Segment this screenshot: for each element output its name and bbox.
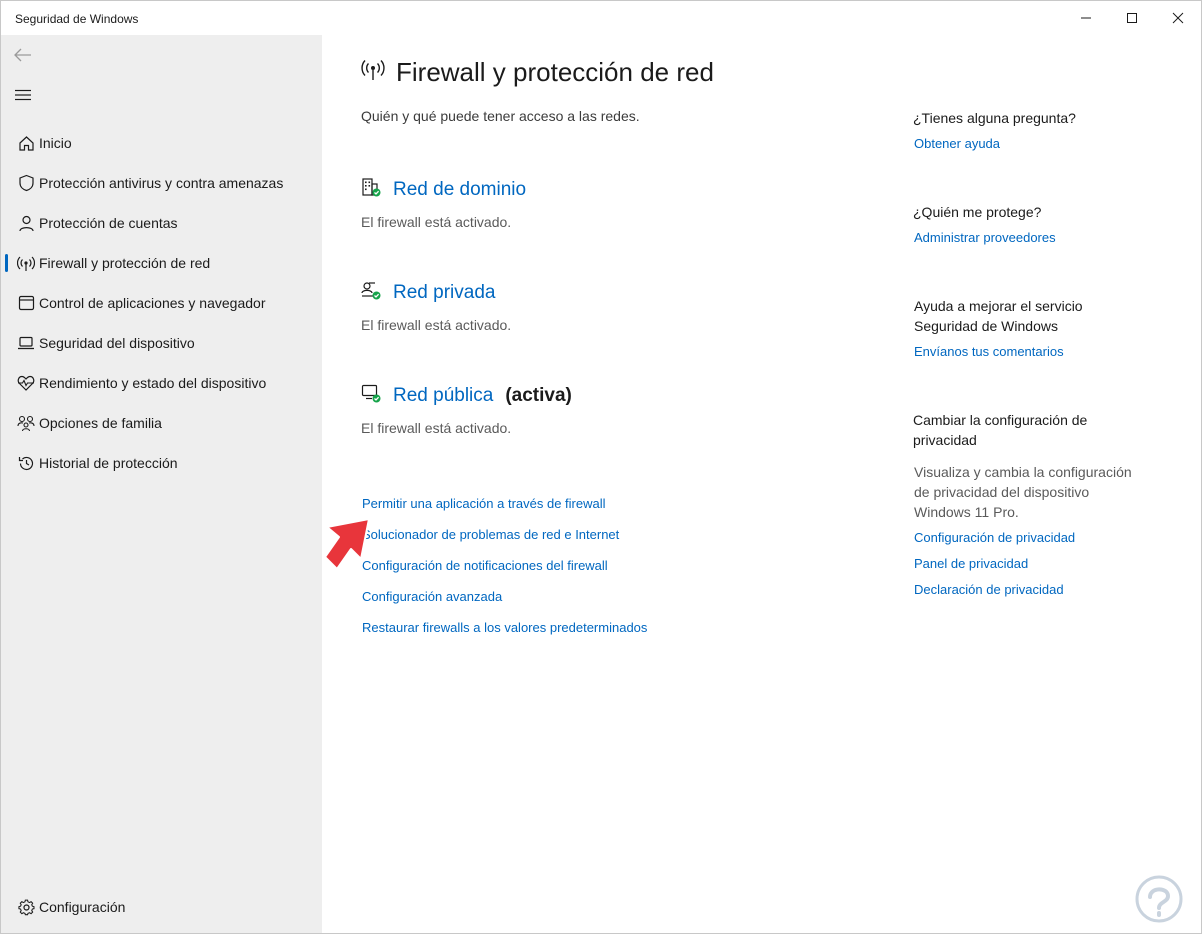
privacy-heading-line1: Cambiar la configuración de	[913, 412, 1088, 428]
heart-pulse-icon	[9, 375, 43, 391]
window-title: Seguridad de Windows	[15, 12, 139, 26]
sidebar-item-label: Seguridad del dispositivo	[39, 335, 195, 351]
network-private-link[interactable]: Red privada	[393, 282, 495, 304]
sidebar-item-familia[interactable]: Opciones de familia	[5, 405, 315, 441]
help-heading: ¿Tienes alguna pregunta?	[913, 110, 1076, 126]
sidebar-item-dispositivo[interactable]: Seguridad del dispositivo	[5, 325, 315, 361]
privacy-text-line3: Windows 11 Pro.	[914, 504, 1019, 520]
sidebar-item-label: Protección de cuentas	[39, 215, 178, 231]
laptop-icon	[9, 336, 43, 350]
network-status: El firewall está activado.	[361, 214, 512, 230]
feedback-link[interactable]: Envíanos tus comentarios	[914, 344, 1064, 359]
advanced-settings-link[interactable]: Configuración avanzada	[362, 589, 502, 604]
minimize-icon	[1081, 17, 1091, 19]
sidebar-item-antivirus[interactable]: Protección antivirus y contra amenazas	[5, 165, 315, 201]
network-public-link[interactable]: Red pública	[393, 385, 493, 407]
app-window-icon	[9, 295, 43, 311]
sidebar-item-cuentas[interactable]: Protección de cuentas	[5, 205, 315, 241]
gear-icon	[9, 899, 43, 916]
troubleshooter-link[interactable]: Solucionador de problemas de red e Inter…	[362, 527, 619, 542]
maximize-button[interactable]	[1109, 1, 1155, 35]
improve-heading-line1: Ayuda a mejorar el servicio	[914, 298, 1083, 314]
red-pointer-arrow-icon	[324, 518, 370, 570]
close-icon	[1172, 12, 1184, 24]
page-subtitle: Quién y qué puede tener acceso a las red…	[361, 108, 640, 124]
watermark-logo-icon	[1135, 875, 1183, 923]
back-button[interactable]	[9, 43, 37, 67]
network-status: El firewall está activado.	[361, 317, 512, 333]
sidebar-item-aplicaciones[interactable]: Control de aplicaciones y navegador	[5, 285, 315, 321]
sidebar-item-rendimiento[interactable]: Rendimiento y estado del dispositivo	[5, 365, 315, 401]
hamburger-icon	[15, 89, 31, 101]
allow-app-link[interactable]: Permitir una aplicación a través de fire…	[362, 496, 606, 511]
improve-heading-line2: Seguridad de Windows	[914, 318, 1058, 334]
minimize-button[interactable]	[1063, 1, 1109, 35]
privacy-text-line2: de privacidad del dispositivo	[914, 484, 1090, 500]
sidebar-item-configuracion[interactable]: Configuración	[5, 889, 315, 925]
page-title: Firewall y protección de red	[396, 57, 714, 87]
sidebar-item-label: Protección antivirus y contra amenazas	[39, 175, 284, 191]
protect-heading: ¿Quién me protege?	[913, 204, 1042, 220]
sidebar-item-label: Rendimiento y estado del dispositivo	[39, 375, 267, 391]
network-domain: Red de dominio El firewall está activado…	[361, 177, 526, 230]
page-header: Firewall y protección de red	[360, 57, 714, 88]
sidebar-item-historial[interactable]: Historial de protección	[5, 445, 315, 481]
main-content: Firewall y protección de red Quién y qué…	[322, 35, 1201, 933]
family-icon	[9, 415, 43, 432]
active-tag: (activa)	[505, 384, 572, 406]
history-icon	[9, 455, 43, 472]
person-icon	[9, 215, 43, 232]
get-help-link[interactable]: Obtener ayuda	[914, 136, 1000, 151]
close-button[interactable]	[1155, 1, 1201, 35]
sidebar-item-label: Opciones de familia	[39, 415, 162, 431]
privacy-text-line1: Visualiza y cambia la configuración	[914, 464, 1132, 480]
network-private: Red privada El firewall está activado.	[361, 280, 512, 334]
app-window: Seguridad de Windows Inicio Protección a…	[0, 0, 1202, 934]
sidebar-item-label: Historial de protección	[39, 455, 178, 471]
sidebar-item-label: Control de aplicaciones y navegador	[39, 295, 266, 311]
maximize-icon	[1127, 13, 1137, 23]
private-network-icon	[361, 280, 381, 305]
home-icon	[9, 135, 43, 152]
menu-button[interactable]	[9, 83, 37, 107]
privacy-settings-link[interactable]: Configuración de privacidad	[914, 530, 1075, 545]
network-status: El firewall está activado.	[361, 420, 512, 436]
settings-label: Configuración	[39, 899, 126, 915]
privacy-heading-line2: privacidad	[913, 432, 977, 448]
building-shield-icon	[361, 177, 381, 202]
privacy-statement-link[interactable]: Declaración de privacidad	[914, 582, 1064, 597]
notifications-settings-link[interactable]: Configuración de notificaciones del fire…	[362, 558, 608, 573]
wifi-antenna-icon	[9, 255, 43, 272]
network-domain-link[interactable]: Red de dominio	[393, 179, 526, 201]
sidebar: Inicio Protección antivirus y contra ame…	[1, 35, 322, 933]
sidebar-item-label: Inicio	[39, 135, 72, 151]
public-network-icon	[361, 383, 381, 408]
shield-icon	[9, 174, 43, 192]
network-public: Red pública (activa) El firewall está ac…	[361, 383, 572, 437]
manage-providers-link[interactable]: Administrar proveedores	[914, 230, 1056, 245]
title-bar: Seguridad de Windows	[1, 1, 1201, 35]
sidebar-item-firewall[interactable]: Firewall y protección de red	[5, 245, 315, 281]
privacy-dashboard-link[interactable]: Panel de privacidad	[914, 556, 1028, 571]
back-arrow-icon	[14, 48, 31, 62]
sidebar-item-inicio[interactable]: Inicio	[5, 125, 315, 161]
restore-defaults-link[interactable]: Restaurar firewalls a los valores predet…	[362, 620, 647, 635]
wifi-antenna-icon	[360, 59, 386, 86]
sidebar-item-label: Firewall y protección de red	[39, 255, 211, 271]
